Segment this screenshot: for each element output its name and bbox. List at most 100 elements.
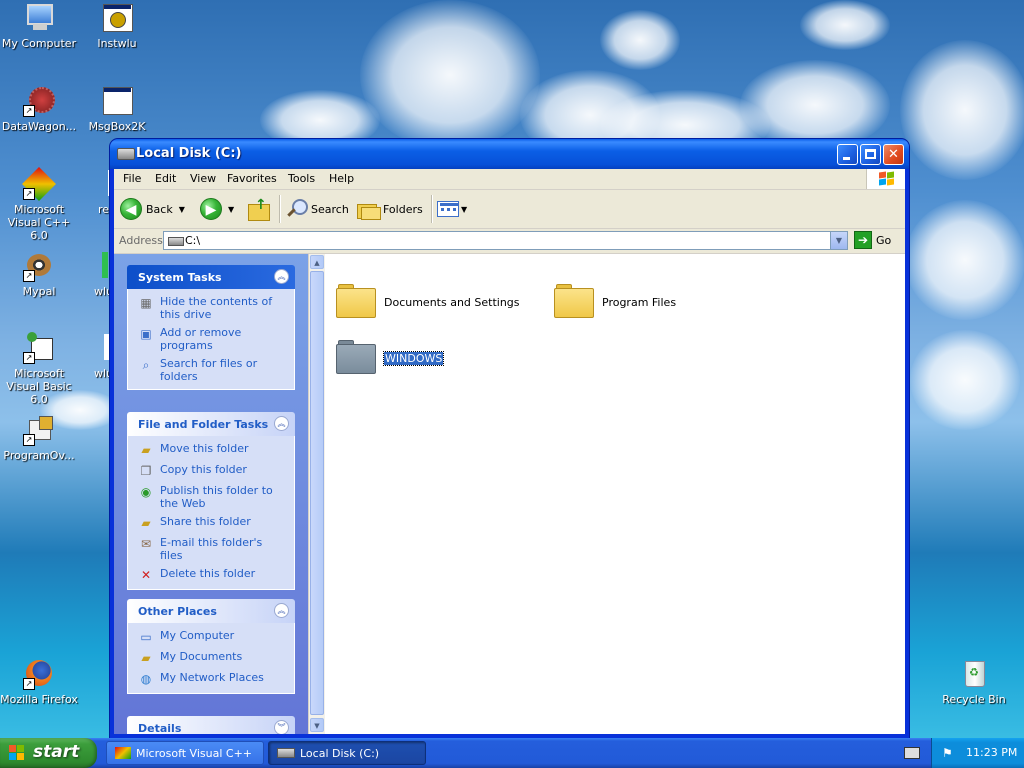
desktop-icon-mypal[interactable]: ↗ Mypal — [0, 250, 78, 298]
close-button[interactable]: ✕ — [883, 144, 904, 165]
address-input[interactable]: C:\ ▼ — [163, 231, 848, 250]
standard-toolbar: ◀ Back ▼ ▶ ▼ ↑ Search Folders ▼ — [114, 190, 905, 229]
start-label: start — [33, 742, 80, 762]
taskbar-button-label: Microsoft Visual C++ — [136, 746, 253, 760]
up-button[interactable]: ↑ — [247, 196, 271, 222]
search-button[interactable]: Search — [285, 196, 349, 222]
back-button[interactable]: ◀ Back ▼ — [120, 196, 185, 222]
system-tasks-header[interactable]: System Tasks ︽ — [127, 265, 295, 289]
visual-basic-icon: ↗ — [23, 332, 55, 364]
minimize-icon — [843, 157, 850, 160]
task-label: Delete this folder — [160, 567, 256, 580]
search-icon — [285, 198, 308, 220]
desktop-icon-firefox[interactable]: ↗ Mozilla Firefox — [0, 658, 78, 706]
task-share-folder[interactable]: ▰ Share this folder — [138, 515, 286, 531]
address-bar: Address C:\ ▼ ➔ Go — [114, 229, 905, 254]
menu-file[interactable]: File — [123, 172, 141, 185]
desktop-icon-instwlu[interactable]: Instwlu — [78, 2, 156, 50]
taskbar-button-local-disk[interactable]: Local Disk (C:) — [268, 741, 426, 765]
desktop-icon-datawagon[interactable]: ↗ DataWagon... — [0, 85, 78, 133]
visual-cpp-icon — [115, 747, 131, 759]
scroll-thumb[interactable] — [310, 271, 324, 715]
forward-button[interactable]: ▶ ▼ — [200, 196, 234, 222]
desktop-icon-my-computer[interactable]: My Computer — [0, 2, 78, 50]
drive-icon — [277, 748, 295, 758]
address-dropdown-button[interactable]: ▼ — [830, 232, 847, 249]
close-icon: ✕ — [888, 147, 899, 162]
task-copy-folder[interactable]: ❐ Copy this folder — [138, 463, 286, 479]
desktop-icon-visual-basic[interactable]: ↗ Microsoft Visual Basic 6.0 — [0, 332, 78, 406]
details-header[interactable]: Details ︾ — [127, 716, 295, 734]
task-pane-scrollbar[interactable]: ▲ ▼ — [308, 254, 325, 734]
scroll-down-button[interactable]: ▼ — [310, 718, 324, 732]
windows-logo-icon — [866, 169, 905, 189]
task-hide-contents[interactable]: ▦ Hide the contents of this drive — [138, 295, 286, 321]
computer-icon: ▭ — [140, 630, 152, 644]
toolbar-separator — [431, 195, 433, 223]
place-my-computer[interactable]: ▭ My Computer — [138, 629, 286, 645]
desktop-icon-label: Mypal — [22, 285, 56, 298]
system-tasks-title: System Tasks — [138, 271, 222, 284]
start-button[interactable]: start — [0, 738, 97, 768]
collapse-icon[interactable]: ︽ — [274, 269, 289, 284]
taskbar-button-visual-cpp[interactable]: Microsoft Visual C++ — [106, 741, 264, 765]
task-search-files[interactable]: ⌕ Search for files or folders — [138, 357, 286, 383]
place-my-network-places[interactable]: ◍ My Network Places — [138, 671, 286, 687]
collapse-icon[interactable]: ︽ — [274, 603, 289, 618]
toolbar-separator — [279, 195, 281, 223]
search-icon: ⌕ — [142, 358, 150, 372]
desktop-icon-visual-cpp[interactable]: ↗ Microsoft Visual C++ 6.0 — [0, 167, 78, 242]
keyboard-icon[interactable] — [904, 747, 920, 759]
window-icon — [101, 85, 133, 117]
task-label: Move this folder — [160, 442, 249, 455]
menu-tools[interactable]: Tools — [288, 172, 315, 185]
place-label: My Computer — [160, 629, 235, 642]
title-bar[interactable]: Local Disk (C:) ✕ — [110, 139, 909, 169]
file-folder-tasks-header[interactable]: File and Folder Tasks ︽ — [127, 412, 295, 436]
folders-icon — [357, 199, 381, 220]
clock[interactable]: 11:23 PM — [966, 746, 1017, 759]
task-email-files[interactable]: ✉ E-mail this folder's files — [138, 536, 286, 562]
desktop-icon-programov[interactable]: ↗ ProgramOv... — [0, 414, 78, 462]
recycle-bin-icon: ♻ — [958, 658, 990, 690]
address-value: C:\ — [185, 234, 201, 247]
task-move-folder[interactable]: ▰ Move this folder — [138, 442, 286, 458]
other-places-header[interactable]: Other Places ︽ — [127, 599, 295, 623]
file-folder-tasks-panel: File and Folder Tasks ︽ ▰ Move this fold… — [127, 412, 295, 590]
expand-icon[interactable]: ︾ — [274, 720, 289, 734]
menu-view[interactable]: View — [190, 172, 216, 185]
task-delete-folder[interactable]: ✕ Delete this folder — [138, 567, 286, 583]
desktop-icon-msgbox2k[interactable]: MsgBox2K — [78, 85, 156, 133]
details-title: Details — [138, 722, 182, 734]
task-publish-web[interactable]: ◉ Publish this folder to the Web — [138, 484, 286, 510]
menu-edit[interactable]: Edit — [155, 172, 176, 185]
other-places-panel: Other Places ︽ ▭ My Computer ▰ My Docume… — [127, 599, 295, 694]
go-label: Go — [876, 233, 892, 247]
go-button[interactable]: ➔ Go — [854, 231, 891, 249]
collapse-icon[interactable]: ︽ — [274, 416, 289, 431]
task-label: E-mail this folder's files — [160, 536, 263, 562]
desktop-icon-recycle-bin[interactable]: ♻ Recycle Bin — [935, 658, 1013, 706]
views-button[interactable]: ▼ — [437, 196, 467, 222]
desktop-icon-label: Mozilla Firefox — [0, 693, 78, 706]
network-tray-icon[interactable]: ⚑ — [942, 745, 958, 761]
copy-folder-icon: ❐ — [140, 464, 152, 478]
place-label: My Documents — [160, 650, 243, 663]
menu-favorites[interactable]: Favorites — [227, 172, 277, 185]
folder-icon — [336, 282, 376, 318]
place-my-documents[interactable]: ▰ My Documents — [138, 650, 286, 666]
mypal-icon: ↗ — [23, 250, 55, 282]
chevron-down-icon: ▼ — [461, 204, 468, 214]
task-add-remove-programs[interactable]: ▣ Add or remove programs — [138, 326, 286, 352]
folders-label: Folders — [383, 202, 423, 216]
other-places-body: ▭ My Computer ▰ My Documents ◍ My Networ… — [127, 623, 295, 694]
minimize-button[interactable] — [837, 144, 858, 165]
menu-help[interactable]: Help — [329, 172, 354, 185]
folder-up-icon: ↑ — [247, 198, 271, 221]
visual-cpp-icon: ↗ — [22, 167, 56, 201]
scroll-up-button[interactable]: ▲ — [310, 255, 324, 269]
taskbar-button-label: Local Disk (C:) — [300, 746, 380, 760]
maximize-button[interactable] — [860, 144, 881, 165]
explorer-window: Local Disk (C:) ✕ File Edit View Favorit… — [110, 139, 909, 738]
folders-button[interactable]: Folders — [357, 196, 423, 222]
